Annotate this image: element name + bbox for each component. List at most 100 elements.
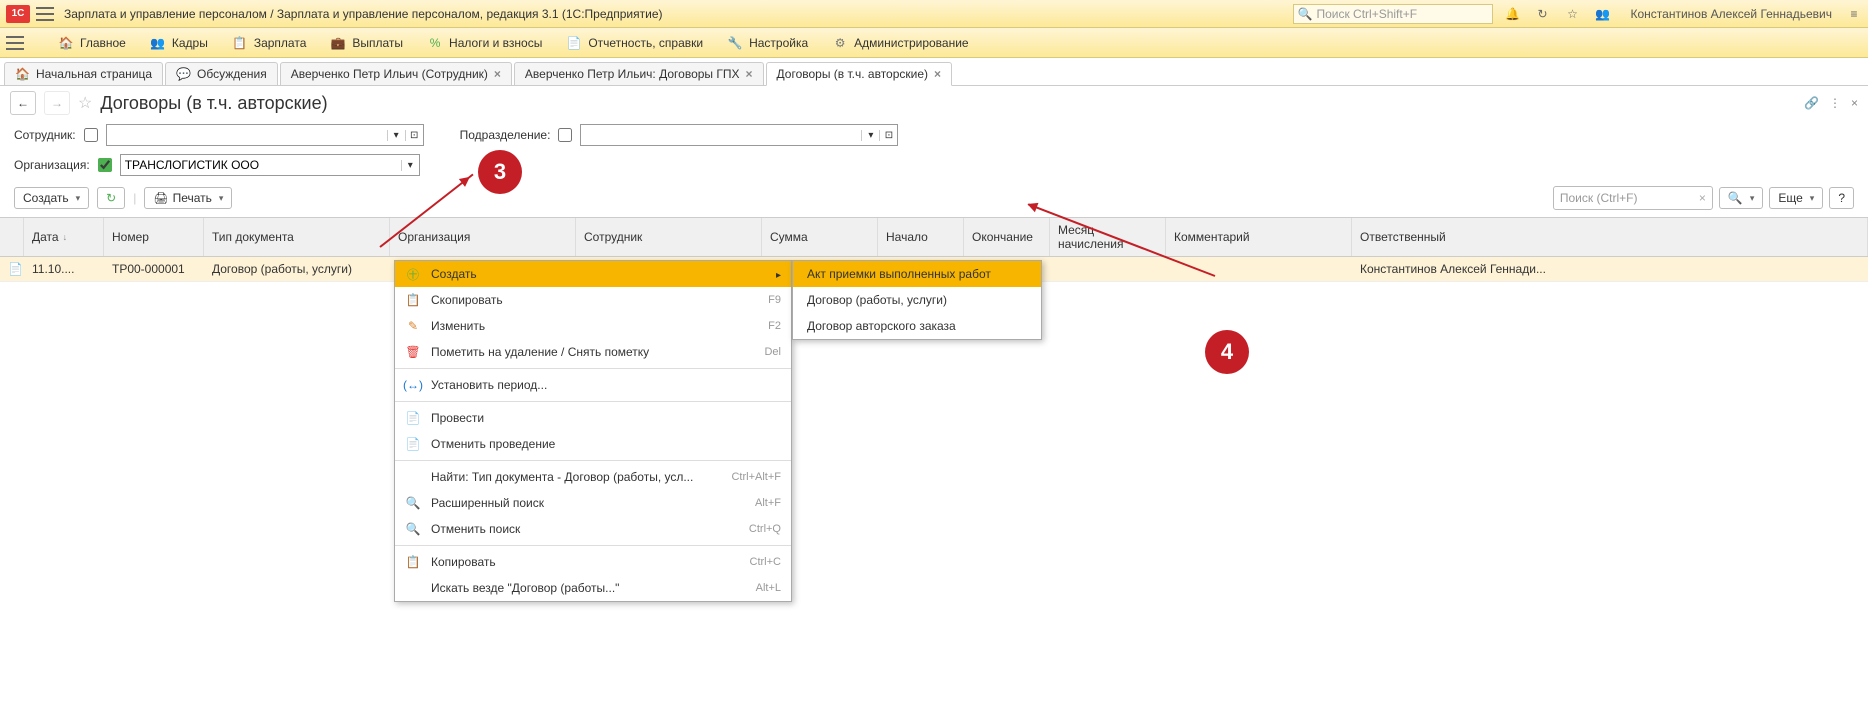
hamburger-icon[interactable] <box>36 7 54 21</box>
calendar-icon: 📋 <box>232 35 248 51</box>
app-title: Зарплата и управление персоналом / Зарпл… <box>64 7 1293 21</box>
col-doctype[interactable]: Тип документа <box>204 218 390 256</box>
print-button[interactable]: 🖨Печать <box>144 187 232 209</box>
refresh-button[interactable]: ↻ <box>97 187 125 209</box>
kebab-icon[interactable]: ⋮ <box>1829 96 1841 110</box>
separator <box>395 368 791 369</box>
home-icon: 🏠 <box>58 35 74 51</box>
wallet-icon: 💼 <box>330 35 346 51</box>
ctx-create[interactable]: ㊉ Создать <box>395 261 791 287</box>
menu-admin[interactable]: ⚙Администрирование <box>832 35 968 51</box>
favorite-star-icon[interactable]: ☆ <box>78 93 92 113</box>
history-icon[interactable]: ↻ <box>1535 6 1551 22</box>
employee-filter-input[interactable] <box>107 125 387 145</box>
star-icon[interactable]: ☆ <box>1565 6 1581 22</box>
dropdown-icon[interactable]: ▾ <box>401 160 419 171</box>
sub-contract[interactable]: Договор (работы, услуги) <box>793 287 1041 313</box>
ctx-markdel[interactable]: 🗑 Пометить на удаление / Снять пометку D… <box>395 339 791 365</box>
subdiv-filter-combo[interactable]: ▾ ⊡ <box>580 124 898 146</box>
doc-status-icon: 📄 <box>8 262 24 276</box>
menu-otchet[interactable]: 📄Отчетность, справки <box>566 35 703 51</box>
search-dropdown-button[interactable]: 🔍 <box>1719 187 1763 209</box>
ctx-advfind[interactable]: 🔍 Расширенный поиск Alt+F <box>395 490 791 516</box>
col-start[interactable]: Начало <box>878 218 964 256</box>
menu-icon[interactable]: ≡ <box>1846 6 1862 22</box>
clear-icon[interactable]: × <box>1699 191 1706 205</box>
create-button[interactable]: Создать <box>14 187 89 209</box>
tab-discuss[interactable]: 💬Обсуждения <box>165 62 278 85</box>
quicksearch-input[interactable]: Поиск (Ctrl+F) × <box>1553 186 1713 210</box>
col-org[interactable]: Организация <box>390 218 576 256</box>
list-toolbar: Создать ↻ | 🖨Печать Поиск (Ctrl+F) × 🔍 Е… <box>0 180 1868 217</box>
people-icon: 👥 <box>150 35 166 51</box>
blank-icon <box>405 580 421 596</box>
tab-contracts[interactable]: Договоры (в т.ч. авторские)× <box>766 62 953 86</box>
search-plus-icon: 🔍 <box>405 495 421 511</box>
ctx-unpost[interactable]: 📄 Отменить проведение <box>395 431 791 457</box>
sub-act[interactable]: Акт приемки выполненных работ <box>793 261 1041 287</box>
help-button[interactable]: ? <box>1829 187 1854 209</box>
org-filter-combo[interactable]: ▾ <box>120 154 420 176</box>
post-icon: 📄 <box>405 410 421 426</box>
ctx-copyclip[interactable]: 📋 Копировать Ctrl+C <box>395 549 791 575</box>
ctx-period[interactable]: (↔) Установить период... <box>395 372 791 398</box>
ctx-edit[interactable]: ✎ Изменить F2 <box>395 313 791 339</box>
menu-burger[interactable] <box>6 36 34 50</box>
dropdown-icon[interactable]: ▾ <box>861 130 879 141</box>
org-filter-input[interactable] <box>121 155 401 175</box>
close-icon[interactable]: × <box>746 67 753 81</box>
page-navbar: ← → ☆ Договоры (в т.ч. авторские) 🔗 ⋮ × <box>0 86 1868 120</box>
col-comment[interactable]: Комментарий <box>1166 218 1352 256</box>
open-icon[interactable]: ⊡ <box>879 130 897 141</box>
clipboard-icon: 📋 <box>405 554 421 570</box>
col-date[interactable]: Дата↓ <box>24 218 104 256</box>
col-responsible[interactable]: Ответственный <box>1352 218 1868 256</box>
org-filter-checkbox[interactable] <box>98 158 112 172</box>
close-icon[interactable]: × <box>934 67 941 81</box>
tab-gph[interactable]: Аверченко Петр Ильич: Договоры ГПХ× <box>514 62 764 85</box>
col-end[interactable]: Окончание <box>964 218 1050 256</box>
ctx-copy[interactable]: 📋 Скопировать F9 <box>395 287 791 313</box>
plus-icon: ㊉ <box>405 266 421 282</box>
bell-icon[interactable]: 🔔 <box>1505 6 1521 22</box>
menu-nastroika[interactable]: 🔧Настройка <box>727 35 808 51</box>
col-employee[interactable]: Сотрудник <box>576 218 762 256</box>
ctx-cancelfind[interactable]: 🔍 Отменить поиск Ctrl+Q <box>395 516 791 542</box>
titlebar-tools: 🔔 ↻ ☆ 👥 Константинов Алексей Геннадьевич… <box>1505 6 1863 22</box>
tab-home[interactable]: 🏠Начальная страница <box>4 62 163 85</box>
menu-zarplata[interactable]: 📋Зарплата <box>232 35 307 51</box>
col-number[interactable]: Номер <box>104 218 204 256</box>
global-search-input[interactable]: 🔍 Поиск Ctrl+Shift+F <box>1293 4 1493 24</box>
sub-author[interactable]: Договор авторского заказа <box>793 313 1041 339</box>
open-icon[interactable]: ⊡ <box>405 130 423 141</box>
cell-number: ТР00-000001 <box>104 257 204 281</box>
tab-employee[interactable]: Аверченко Петр Ильич (Сотрудник)× <box>280 62 512 85</box>
cell-responsible: Константинов Алексей Геннади... <box>1352 257 1868 281</box>
col-sum[interactable]: Сумма <box>762 218 878 256</box>
refresh-icon: ↻ <box>106 191 116 205</box>
cell-doctype: Договор (работы, услуги) <box>204 257 390 281</box>
user-icon[interactable]: 👥 <box>1595 6 1611 22</box>
more-button[interactable]: Еще <box>1769 187 1823 209</box>
ctx-find[interactable]: Найти: Тип документа - Договор (работы, … <box>395 464 791 490</box>
ctx-searchall[interactable]: Искать везде "Договор (работы..." Alt+L <box>395 575 791 601</box>
employee-filter-combo[interactable]: ▾ ⊡ <box>106 124 424 146</box>
chat-icon: 💬 <box>176 67 191 81</box>
menu-nalogi[interactable]: %Налоги и взносы <box>427 35 542 51</box>
page-title: Договоры (в т.ч. авторские) <box>100 93 327 114</box>
doc-icon: 📄 <box>566 35 582 51</box>
menu-kadry[interactable]: 👥Кадры <box>150 35 208 51</box>
employee-filter-checkbox[interactable] <box>84 128 98 142</box>
forward-button[interactable]: → <box>44 91 70 115</box>
close-icon[interactable]: × <box>494 67 501 81</box>
menu-main[interactable]: 🏠Главное <box>58 35 126 51</box>
cell-month <box>1050 257 1166 281</box>
link-icon[interactable]: 🔗 <box>1804 96 1819 110</box>
subdiv-filter-checkbox[interactable] <box>558 128 572 142</box>
menu-vyplaty[interactable]: 💼Выплаты <box>330 35 403 51</box>
back-button[interactable]: ← <box>10 91 36 115</box>
close-icon[interactable]: × <box>1851 96 1858 110</box>
ctx-post[interactable]: 📄 Провести <box>395 405 791 431</box>
dropdown-icon[interactable]: ▾ <box>387 130 405 141</box>
subdiv-filter-input[interactable] <box>581 125 861 145</box>
